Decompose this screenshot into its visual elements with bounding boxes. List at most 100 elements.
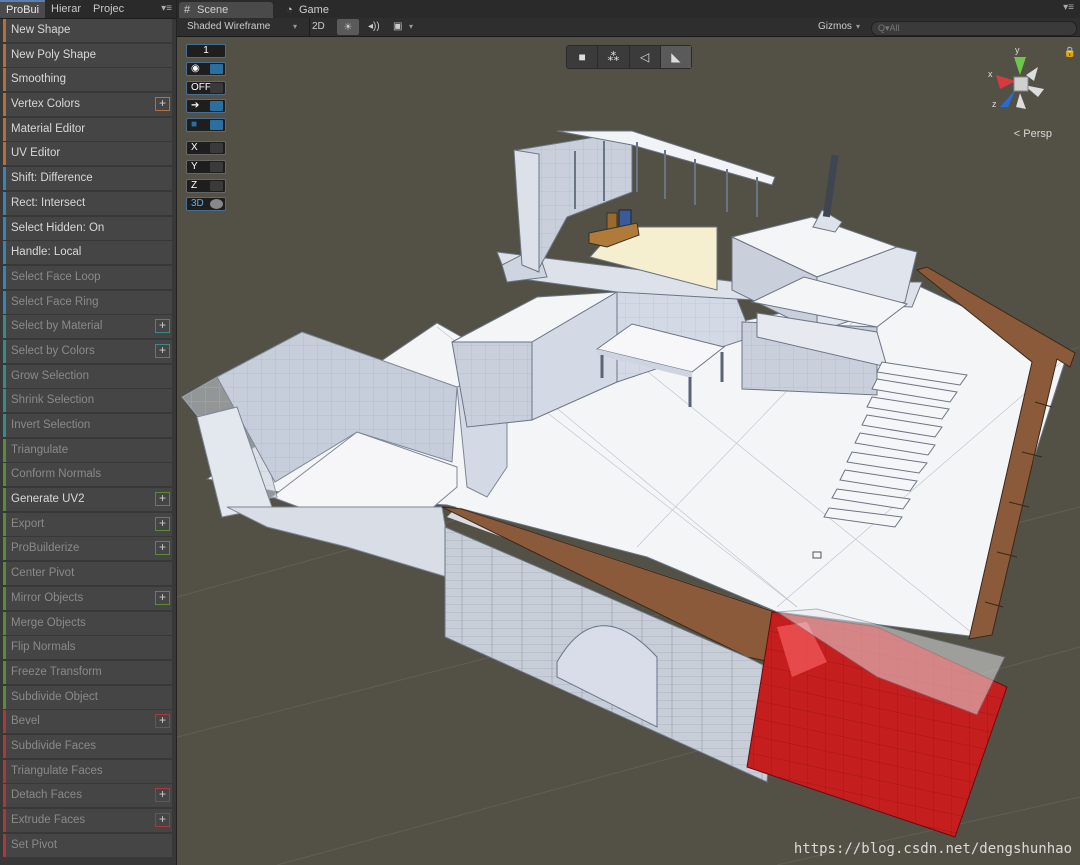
tool-label: Handle: Local — [11, 246, 82, 259]
tool-label: Subdivide Faces — [11, 739, 97, 752]
orientation-gizmo[interactable]: y x z — [986, 45, 1066, 125]
tool-label: Triangulate Faces — [11, 764, 103, 777]
tool-grow-selection[interactable]: Grow Selection — [3, 364, 172, 388]
y-snap-button[interactable]: Y — [186, 160, 226, 174]
tool-bevel[interactable]: Bevel + — [3, 710, 172, 734]
tool-options-plus-icon[interactable]: + — [155, 97, 170, 112]
tool-select-by-colors[interactable]: Select by Colors + — [3, 339, 172, 363]
tool-triangulate-faces[interactable]: Triangulate Faces — [3, 759, 172, 783]
tool-probuilderize[interactable]: ProBuilderize + — [3, 537, 172, 561]
z-snap-button[interactable]: Z — [186, 179, 226, 193]
lock-toggle[interactable]: ■ — [186, 118, 226, 132]
tool-set-pivot[interactable]: Set Pivot — [3, 833, 172, 857]
tab-hierarchy[interactable]: Hierar — [45, 0, 87, 18]
select-mode-bar: ■ ⁂ ◁ ◣ — [566, 45, 692, 69]
tool-select-face-ring[interactable]: Select Face Ring — [3, 290, 172, 314]
tool-smoothing[interactable]: Smoothing — [3, 68, 172, 92]
scene-view-panel: # Scene ◔ Game ▾≡ Shaded Wireframe ▾ 2D … — [177, 0, 1080, 865]
tool-options-plus-icon[interactable]: + — [155, 319, 170, 334]
scene-search-input[interactable]: Q▾All — [871, 21, 1077, 36]
tool-shift-difference[interactable]: Shift: Difference — [3, 167, 172, 191]
tool-handle-local[interactable]: Handle: Local — [3, 241, 172, 265]
scene-toolbar: Shaded Wireframe ▾ 2D ☀ ◂)) ▣ ▾ Gizmos ▾… — [177, 18, 1080, 37]
object-cube-icon[interactable]: ■ — [567, 46, 599, 68]
tool-options-plus-icon[interactable]: + — [155, 714, 170, 729]
tool-options-plus-icon[interactable]: + — [155, 590, 170, 605]
tool-label: Select by Colors — [11, 344, 95, 357]
tool-options-plus-icon[interactable]: + — [155, 788, 170, 803]
scene-menu-icon[interactable]: ▾≡ — [1063, 2, 1074, 13]
tool-vertex-colors[interactable]: Vertex Colors + — [3, 93, 172, 117]
tool-uv-editor[interactable]: UV Editor — [3, 142, 172, 166]
loft-left-wall — [513, 149, 540, 273]
vertex-icon[interactable]: ⁂ — [598, 46, 630, 68]
edge-icon[interactable]: ◁ — [630, 46, 661, 68]
tool-select-face-loop[interactable]: Select Face Loop — [3, 265, 172, 289]
tool-flip-normals[interactable]: Flip Normals — [3, 636, 172, 660]
tool-triangulate[interactable]: Triangulate — [3, 438, 172, 462]
toggle-2d-button[interactable]: 2D — [312, 18, 325, 36]
off-toggle[interactable]: OFF — [186, 81, 226, 95]
tool-shrink-selection[interactable]: Shrink Selection — [3, 389, 172, 413]
tool-conform-normals[interactable]: Conform Normals — [3, 463, 172, 487]
tool-new-shape[interactable]: New Shape — [3, 19, 172, 42]
tool-options-plus-icon[interactable]: + — [155, 343, 170, 358]
face-icon[interactable]: ◣ — [660, 46, 691, 68]
tab-scene[interactable]: # Scene — [179, 2, 273, 18]
gizmos-arrow-icon: ▾ — [856, 22, 861, 31]
gizmo-lock-icon[interactable]: 🔒 — [1064, 47, 1076, 58]
tool-label: Vertex Colors — [11, 98, 81, 111]
x-snap-button[interactable]: X — [186, 141, 226, 155]
scene-viewport[interactable]: 1 ◉ OFF ➔ ■ X Y Z 3D ■ ⁂ ◁ ◣ y x z 🔒 < P… — [177, 37, 1080, 865]
grid-icon — [210, 181, 223, 191]
left-tab-bar: ProBui Hierar Projec ▾≡ — [0, 0, 176, 19]
lighting-toggle-icon[interactable]: ☀ — [337, 19, 359, 35]
tab-probuilder[interactable]: ProBui — [0, 0, 46, 18]
tool-new-poly-shape[interactable]: New Poly Shape — [3, 43, 172, 67]
tool-detach-faces[interactable]: Detach Faces + — [3, 784, 172, 808]
tool-options-plus-icon[interactable]: + — [155, 516, 170, 531]
draw-mode-arrow-icon: ▾ — [293, 22, 298, 31]
tool-label: UV Editor — [11, 147, 61, 160]
tool-export[interactable]: Export + — [3, 512, 172, 536]
tool-invert-selection[interactable]: Invert Selection — [3, 414, 172, 437]
tool-label: Select Face Ring — [11, 295, 99, 308]
tool-select-hidden-on[interactable]: Select Hidden: On — [3, 216, 172, 240]
tool-subdivide-object[interactable]: Subdivide Object — [3, 685, 172, 709]
perspective-label[interactable]: < Persp — [1014, 128, 1052, 140]
tool-label: Conform Normals — [11, 468, 102, 481]
level-geometry[interactable] — [177, 37, 1080, 865]
handle-count-button[interactable]: 1 — [186, 44, 226, 58]
probuilder-panel: ProBui Hierar Projec ▾≡ New Shape New Pol… — [0, 0, 177, 865]
draw-mode-dropdown[interactable]: Shaded Wireframe — [187, 18, 270, 36]
tool-select-by-material[interactable]: Select by Material + — [3, 315, 172, 339]
tool-merge-objects[interactable]: Merge Objects — [3, 611, 172, 635]
tool-material-editor[interactable]: Material Editor — [3, 117, 172, 141]
effects-toggle-icon[interactable]: ▣ — [393, 18, 402, 36]
tool-mirror-objects[interactable]: Mirror Objects + — [3, 586, 172, 610]
arrow-right-icon: ➔ — [191, 100, 200, 111]
tool-options-plus-icon[interactable]: + — [155, 813, 170, 827]
tool-subdivide-faces[interactable]: Subdivide Faces — [3, 734, 172, 758]
tool-center-pivot[interactable]: Center Pivot — [3, 562, 172, 586]
scene-tab-bar: # Scene ◔ Game ▾≡ — [177, 0, 1080, 18]
audio-toggle-icon[interactable]: ◂)) — [368, 18, 380, 36]
3d-toggle[interactable]: 3D — [186, 197, 226, 211]
visibility-toggle[interactable]: ◉ — [186, 62, 226, 76]
tool-label: Export — [11, 517, 45, 530]
grid-icon — [210, 143, 223, 153]
tool-freeze-transform[interactable]: Freeze Transform — [3, 660, 172, 684]
tool-extrude-faces[interactable]: Extrude Faces + — [3, 809, 172, 832]
tool-rect-intersect[interactable]: Rect: Intersect — [3, 191, 172, 215]
tab-game[interactable]: ◔ Game — [281, 2, 361, 18]
effects-arrow-icon: ▾ — [409, 22, 414, 31]
tool-generate-uv2[interactable]: Generate UV2 + — [3, 488, 172, 512]
tool-options-plus-icon[interactable]: + — [155, 541, 170, 556]
grid-icon — [210, 64, 223, 74]
grid-icon — [210, 162, 223, 172]
snap-arrow-toggle[interactable]: ➔ — [186, 99, 226, 113]
panel-menu-icon[interactable]: ▾≡ — [161, 0, 172, 18]
tab-project[interactable]: Projec — [87, 0, 130, 18]
tool-options-plus-icon[interactable]: + — [155, 492, 170, 507]
gizmos-dropdown[interactable]: Gizmos — [818, 18, 852, 36]
